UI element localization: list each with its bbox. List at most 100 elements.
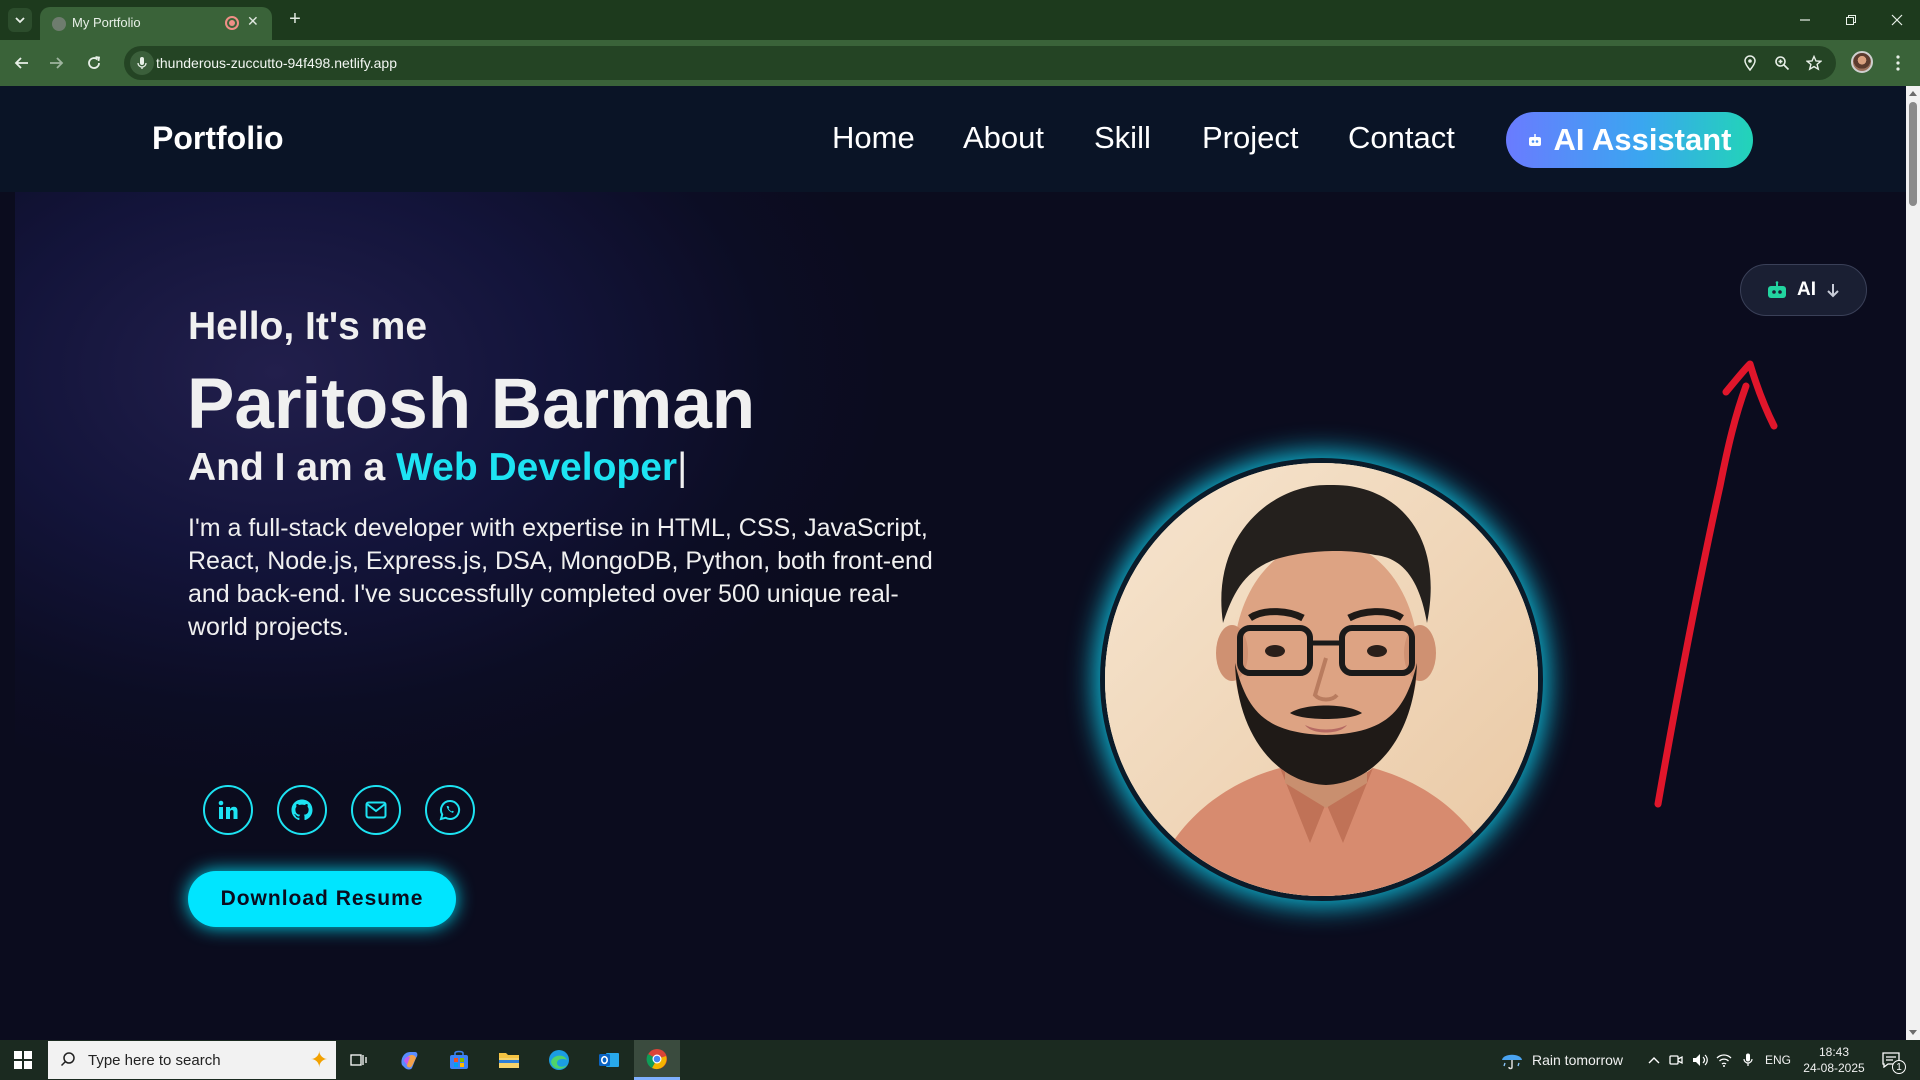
start-button[interactable] — [0, 1040, 46, 1080]
linkedin-link[interactable] — [203, 785, 253, 835]
notification-count: 1 — [1892, 1060, 1906, 1074]
taskbar-app-edge[interactable] — [536, 1040, 582, 1080]
github-icon — [291, 799, 313, 821]
microphone-tray-icon[interactable] — [1738, 1050, 1758, 1070]
taskbar-app-outlook[interactable] — [586, 1040, 632, 1080]
taskbar-app-file-explorer[interactable] — [486, 1040, 532, 1080]
role-prefix: And I am a — [188, 446, 386, 489]
chevron-down-icon — [15, 17, 25, 24]
taskbar-app-store[interactable] — [436, 1040, 482, 1080]
volume-icon[interactable] — [1690, 1050, 1710, 1070]
nav-link-skill[interactable]: Skill — [1094, 120, 1151, 156]
search-placeholder: Type here to search — [88, 1052, 221, 1069]
browser-tab[interactable]: My Portfolio ✕ — [40, 7, 272, 40]
arrow-down-icon — [1827, 284, 1839, 298]
chevron-up-icon — [1648, 1057, 1660, 1064]
forward-button[interactable] — [44, 51, 68, 75]
site-info-button[interactable] — [130, 51, 154, 75]
url-text: thunderous-zuccutto-94f498.netlify.app — [156, 55, 398, 71]
favicon-icon — [52, 17, 66, 31]
minimize-icon — [1800, 19, 1810, 21]
wifi-icon[interactable] — [1714, 1050, 1734, 1070]
scrollbar-thumb[interactable] — [1909, 102, 1917, 206]
hero-greeting: Hello, It's me — [188, 305, 428, 348]
windows-logo-icon — [14, 1051, 32, 1069]
download-resume-button[interactable]: Download Resume — [188, 871, 456, 927]
arrow-left-icon — [14, 57, 28, 69]
browser-menu-button[interactable] — [1888, 51, 1908, 75]
taskbar-app-chrome[interactable] — [634, 1040, 680, 1080]
minimize-button[interactable] — [1790, 8, 1820, 32]
new-tab-button[interactable]: + — [283, 8, 307, 32]
whatsapp-link[interactable] — [425, 785, 475, 835]
microphone-icon — [137, 57, 147, 69]
hero-bio: I'm a full-stack developer with expertis… — [188, 514, 933, 641]
robot-icon — [1529, 134, 1542, 146]
arrow-right-icon — [50, 57, 64, 69]
nav-link-project[interactable]: Project — [1202, 120, 1298, 156]
clock-date: 24-08-2025 — [1803, 1061, 1865, 1075]
close-icon — [1891, 14, 1903, 26]
notification-center-button[interactable]: 1 — [1878, 1048, 1906, 1074]
profile-avatar[interactable] — [1851, 51, 1873, 73]
outlook-icon — [599, 1053, 619, 1067]
reload-button[interactable] — [82, 51, 106, 75]
role-title: Web Developer — [396, 446, 678, 489]
tab-close-icon[interactable]: ✕ — [247, 13, 259, 30]
nav-link-about[interactable]: About — [963, 120, 1044, 156]
task-view-icon — [350, 1054, 367, 1066]
task-view-button[interactable] — [336, 1040, 382, 1080]
whatsapp-icon — [439, 799, 461, 821]
mail-icon — [365, 801, 387, 819]
zoom-icon[interactable] — [1772, 54, 1792, 72]
location-icon[interactable] — [1740, 54, 1760, 72]
bookmark-star-icon[interactable] — [1804, 54, 1824, 72]
more-vertical-icon — [1896, 55, 1900, 71]
web-page: Portfolio Home About Skill Project Conta… — [0, 86, 1906, 1040]
folder-icon — [499, 1053, 519, 1068]
close-window-button[interactable] — [1882, 8, 1912, 32]
ai-toggle-button[interactable]: AI — [1740, 264, 1867, 316]
scroll-down-icon[interactable] — [1909, 1030, 1917, 1035]
back-button[interactable] — [10, 51, 34, 75]
show-hidden-icons-button[interactable] — [1644, 1050, 1664, 1070]
taskbar: Type here to search ✦ Rain tomorrow ENG — [0, 1040, 1920, 1080]
page-scrollbar[interactable] — [1906, 86, 1920, 1040]
language-indicator[interactable]: ENG — [1765, 1053, 1791, 1067]
profile-photo-illustration — [1105, 463, 1538, 896]
tab-search-button[interactable] — [8, 8, 32, 32]
hero-name: Paritosh Barman — [187, 365, 756, 444]
typing-caret: | — [677, 446, 688, 489]
ai-assistant-label: AI Assistant — [1553, 122, 1732, 157]
nav-link-home[interactable]: Home — [832, 120, 915, 156]
nav-link-contact[interactable]: Contact — [1348, 120, 1455, 156]
recording-indicator-icon — [225, 16, 239, 30]
tab-title: My Portfolio — [72, 15, 141, 30]
ai-toggle-label: AI — [1797, 279, 1816, 300]
meet-now-icon[interactable] — [1666, 1050, 1686, 1070]
scroll-up-icon[interactable] — [1909, 91, 1917, 96]
weather-widget[interactable]: Rain tomorrow — [1500, 1040, 1623, 1080]
annotation-arrow — [1654, 360, 1778, 808]
robot-icon — [1768, 281, 1786, 298]
site-header: Portfolio Home About Skill Project Conta… — [0, 86, 1906, 192]
linkedin-icon — [218, 800, 238, 819]
email-link[interactable] — [351, 785, 401, 835]
ai-assistant-button[interactable]: AI Assistant — [1506, 112, 1753, 168]
search-icon — [60, 1052, 75, 1067]
search-highlight-icon: ✦ — [310, 1047, 329, 1072]
github-link[interactable] — [277, 785, 327, 835]
restore-icon — [1846, 15, 1856, 25]
taskbar-clock[interactable]: 18:43 24-08-2025 — [1798, 1044, 1870, 1076]
taskbar-search-box[interactable]: Type here to search ✦ — [48, 1041, 336, 1079]
copilot-icon — [401, 1052, 418, 1070]
restore-button[interactable] — [1836, 8, 1866, 32]
browser-tab-bar: My Portfolio ✕ + — [0, 0, 1920, 40]
address-bar[interactable]: thunderous-zuccutto-94f498.netlify.app — [124, 46, 1836, 80]
clock-time: 18:43 — [1818, 1045, 1850, 1059]
site-logo[interactable]: Portfolio — [152, 120, 284, 157]
store-icon — [450, 1050, 468, 1069]
hero-role-line: And I am a Web Developer| — [188, 446, 687, 490]
taskbar-app-copilot[interactable] — [386, 1040, 432, 1080]
weather-text: Rain tomorrow — [1532, 1052, 1624, 1068]
